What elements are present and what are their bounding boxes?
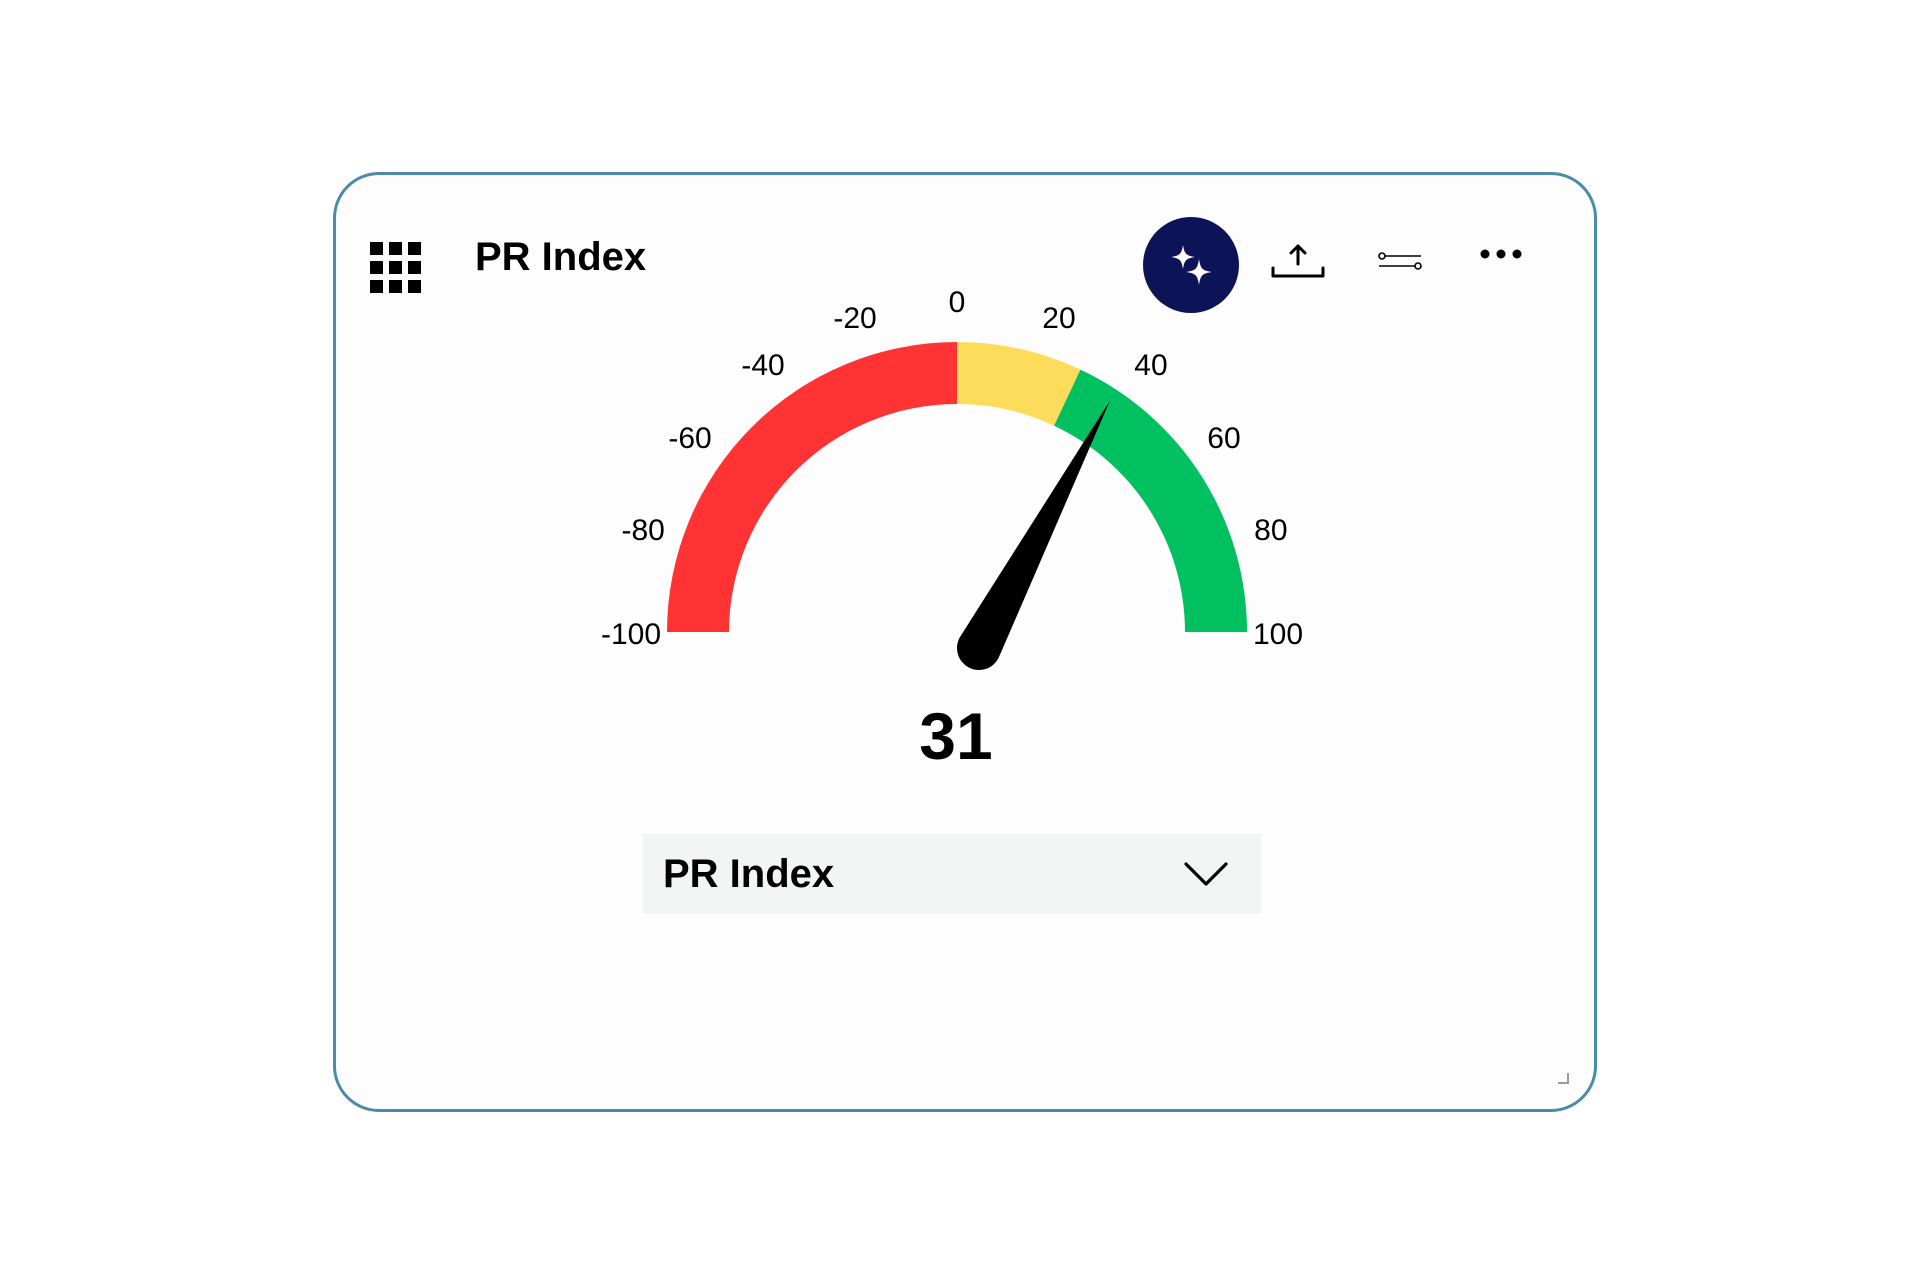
widget-title: PR Index xyxy=(475,235,647,279)
gauge-widget-card: PR Index -100 -80 -60 -40 -20 0 20 40 60 80 1 xyxy=(333,172,1597,1112)
gauge-band-2 xyxy=(1054,369,1247,632)
gauge-needle xyxy=(957,400,1111,671)
gauge-tick-label: -20 xyxy=(833,302,876,335)
metric-select-dropdown[interactable]: PR Index xyxy=(643,834,1261,914)
filter-button[interactable] xyxy=(1376,247,1426,277)
gauge-value-label: 31 xyxy=(919,699,992,773)
gauge-tick-label: -40 xyxy=(741,349,784,382)
gauge-tick-label: 60 xyxy=(1207,422,1240,455)
gauge-band-0 xyxy=(667,342,957,632)
sparkles-icon xyxy=(1171,245,1212,285)
gauge-tick-label: -60 xyxy=(668,422,711,455)
upload-icon xyxy=(1271,244,1325,278)
gauge-chart: -100 -80 -60 -40 -20 0 20 40 60 80 100 31 xyxy=(601,286,1303,773)
gauge-tick-label: 20 xyxy=(1042,302,1075,335)
metric-select-value: PR Index xyxy=(663,851,835,896)
more-horizontal-icon xyxy=(1480,249,1522,259)
resize-handle[interactable] xyxy=(1556,1071,1570,1085)
ai-assistant-button[interactable] xyxy=(1143,217,1239,313)
export-button[interactable] xyxy=(1268,237,1328,287)
more-options-button[interactable] xyxy=(1476,239,1526,269)
gauge-tick-label: 40 xyxy=(1134,349,1167,382)
chevron-down-icon xyxy=(1184,862,1228,886)
apps-grid-icon[interactable] xyxy=(370,242,422,294)
gauge-band-1 xyxy=(957,342,1081,426)
gauge-tick-label: 80 xyxy=(1254,514,1287,547)
gauge-tick-label: 100 xyxy=(1253,618,1303,651)
gauge-tick-label: -100 xyxy=(601,618,661,651)
filter-sliders-icon xyxy=(1378,252,1422,270)
gauge-tick-label: 0 xyxy=(949,286,966,319)
gauge-tick-label: -80 xyxy=(621,514,664,547)
